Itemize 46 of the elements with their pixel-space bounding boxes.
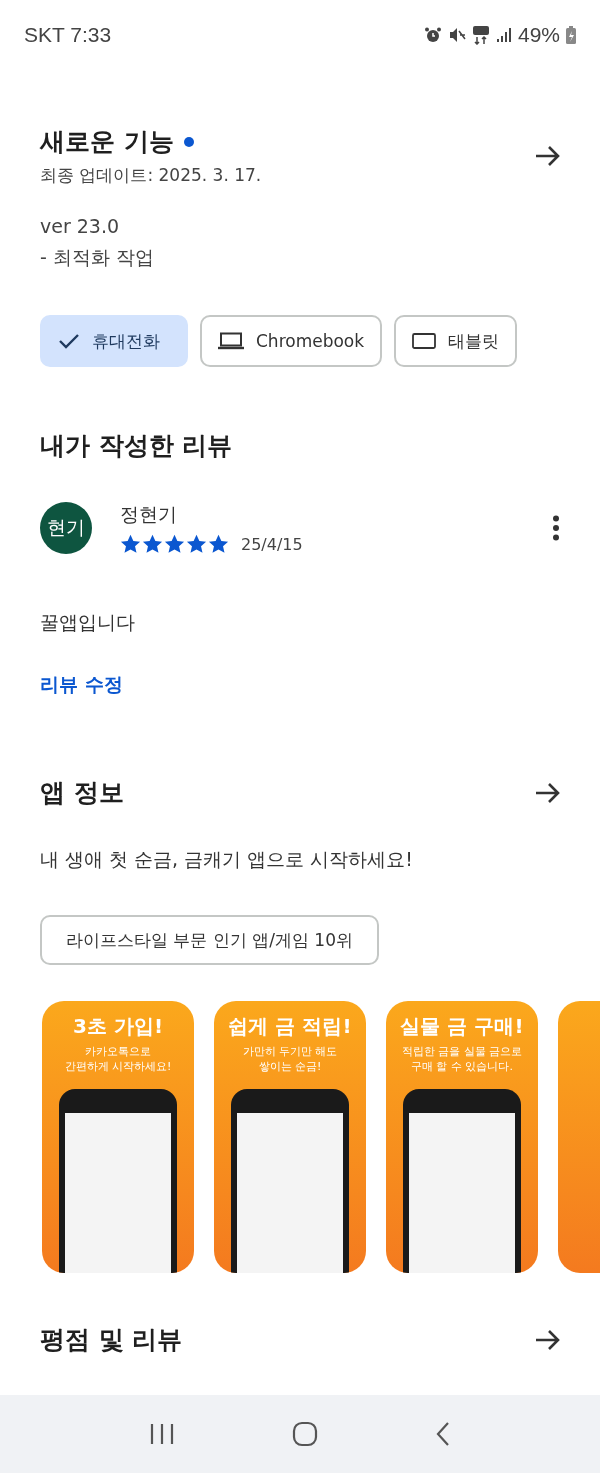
release-note: - 최적화 작업 <box>40 245 155 270</box>
device-chip[interactable]: 휴대전화 <box>40 315 188 367</box>
star-icon <box>208 534 229 554</box>
release-note: ver 23.0 <box>40 215 121 237</box>
screenshot-caption: 적립한 금을 실물 금으로 구매 할 수 있습니다. <box>401 1044 523 1075</box>
device-chip[interactable]: Chromebook <box>200 315 383 367</box>
review-date: 25/4/15 <box>241 534 303 554</box>
star-icon <box>186 534 207 554</box>
mute-icon <box>447 26 466 44</box>
check-icon <box>58 332 80 350</box>
section-title: 평점 및 리뷰 <box>40 1324 183 1356</box>
tablet-icon <box>412 332 437 350</box>
back-icon[interactable] <box>435 1421 452 1447</box>
screenshot-headline: 실물 금 구매! <box>400 1013 524 1040</box>
battery-percent: 49% <box>517 23 560 47</box>
network-5g-icon <box>471 25 490 45</box>
alarm-icon <box>423 26 442 44</box>
section-title: 새로운 기능 <box>40 126 174 158</box>
reviewer-name: 정현기 <box>120 502 178 527</box>
app-description: 내 생애 첫 순금, 금캐기 앱으로 시작하세요! <box>40 847 414 872</box>
screenshot-headline: 쉽게 금 적립! <box>228 1013 352 1040</box>
edit-review-link[interactable]: 리뷰 수정 <box>40 672 123 698</box>
section-title: 내가 작성한 리뷰 <box>40 430 234 462</box>
laptop-icon <box>218 332 244 350</box>
home-icon[interactable] <box>292 1421 318 1447</box>
signal-icon <box>495 27 512 43</box>
new-dot-icon <box>183 136 194 147</box>
ranking-chip[interactable]: 라이프스타일 부문 인기 앱/게임 10위 <box>40 915 379 965</box>
recent-apps-icon[interactable] <box>148 1422 175 1446</box>
last-updated: 최종 업데이트: 2025. 3. 17. <box>40 164 262 187</box>
battery-charging-icon <box>566 26 576 44</box>
arrow-right-icon[interactable] <box>534 144 562 168</box>
screenshot-caption: 카카오톡으로 간편하게 시작하세요! <box>64 1044 172 1075</box>
arrow-right-icon[interactable] <box>534 780 562 805</box>
arrow-right-icon[interactable] <box>534 1327 562 1352</box>
star-icon <box>142 534 163 554</box>
user-avatar: 현기 <box>40 502 92 554</box>
section-title: 앱 정보 <box>40 777 124 809</box>
star-icon <box>120 534 141 554</box>
screenshot-caption: 가만히 두기만 해도 쌓이는 순금! <box>242 1044 338 1075</box>
device-chip[interactable]: 태블릿 <box>394 315 518 367</box>
screenshot-headline: 3초 가입! <box>73 1013 163 1040</box>
review-text: 꿀앱입니다 <box>40 610 136 635</box>
more-options-icon[interactable] <box>552 515 560 541</box>
status-time: SKT 7:33 <box>24 23 112 47</box>
star-icon <box>164 534 185 554</box>
